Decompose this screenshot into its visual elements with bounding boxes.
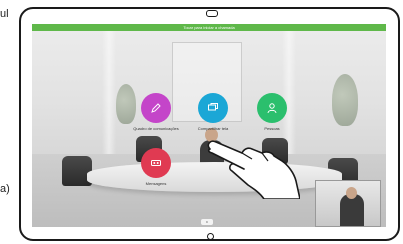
self-view-head [346,187,357,199]
bottom-button[interactable]: Ir [201,219,213,225]
whiteboard-button[interactable] [141,93,171,123]
side-caption-bottom: a) [0,183,10,195]
call-banner[interactable]: Tocar para iniciar a chamada [32,24,386,31]
self-view[interactable] [315,180,381,227]
pointing-hand-icon [207,140,300,199]
side-caption-top: ul [0,8,9,20]
messages-label: Mensagens [145,181,167,186]
home-button[interactable] [207,233,214,240]
person-icon [267,103,277,114]
voicemail-icon [151,160,161,166]
screen-share-icon [208,103,218,111]
plant [332,74,358,126]
camera-icon [206,10,218,17]
pen-icon [151,103,161,113]
whiteboard-label: Quadro de comunicações [133,126,179,131]
plant [116,84,136,124]
touch-panel-device: Tocar para iniciar a chamada Quadro de c… [19,7,400,241]
touch-screen[interactable]: Tocar para iniciar a chamada Quadro de c… [32,24,386,227]
messages-button[interactable] [141,148,171,178]
